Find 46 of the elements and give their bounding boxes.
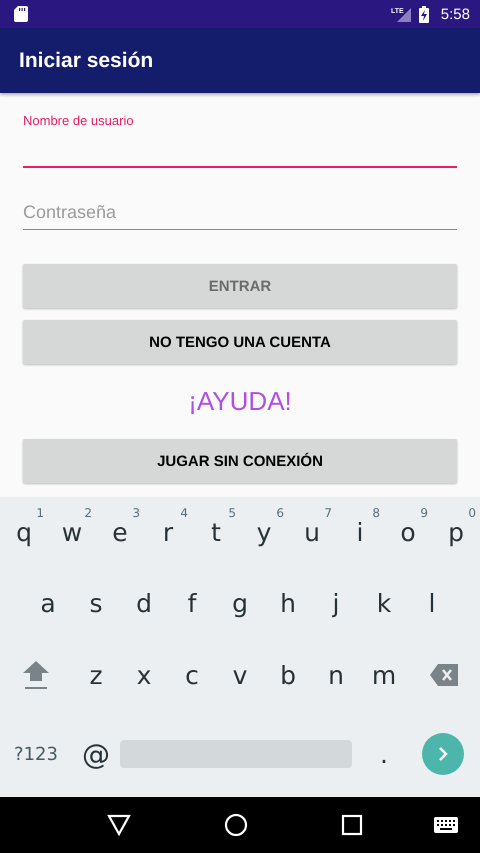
home-icon[interactable] [224, 813, 248, 837]
keyboard-icon[interactable] [434, 817, 458, 833]
keyboard-key[interactable]: 5 t [192, 504, 240, 560]
recents-icon[interactable] [341, 814, 364, 836]
keyboard-key[interactable]: 7 u [288, 504, 336, 560]
keyboard-key[interactable]: j [312, 575, 360, 631]
sd-card-icon [14, 6, 28, 22]
keyboard-key[interactable]: 1 q [0, 504, 48, 560]
keyboard-key[interactable]: v [216, 647, 264, 703]
battery-charging-icon [418, 6, 429, 22]
keyboard-key[interactable]: g [216, 575, 264, 631]
keyboard-key[interactable]: . [360, 726, 408, 782]
keyboard-key[interactable]: a [24, 575, 72, 631]
keyboard-key[interactable]: c [168, 647, 216, 703]
keyboard-key[interactable]: @ [72, 726, 120, 782]
help-link[interactable]: ¡AYUDA! [184, 376, 296, 427]
keyboard-key[interactable]: 4 r [144, 504, 192, 560]
keyboard-key[interactable]: 8 i [336, 504, 384, 560]
backspace-icon [430, 664, 458, 686]
keyboard-key[interactable]: d [120, 575, 168, 631]
keyboard-key[interactable]: 2 w [48, 504, 96, 560]
keyboard-key[interactable]: f [168, 575, 216, 631]
keyboard-key[interactable]: n [312, 647, 360, 703]
keyboard-key[interactable]: k [360, 575, 408, 631]
keyboard-key[interactable]: b [264, 647, 312, 703]
keyboard-key[interactable]: 3 e [96, 504, 144, 560]
chevron-right-icon [438, 747, 448, 761]
action-button[interactable]: NO TENGO UNA CUENTA [23, 320, 457, 364]
password-field[interactable]: Contraseña [23, 202, 457, 230]
symbols-key[interactable]: ?123 [0, 726, 72, 782]
keyboard-key[interactable]: m [360, 647, 408, 703]
field-label: Nombre de usuario [23, 113, 135, 128]
keyboard-key[interactable]: z [72, 647, 120, 703]
screen-title: Iniciar sesión [19, 48, 154, 72]
keyboard-key[interactable]: s [72, 575, 120, 631]
keyboard-key[interactable]: h [264, 575, 312, 631]
next-button[interactable] [422, 733, 464, 775]
keyboard-key[interactable]: 9 o [384, 504, 432, 560]
keyboard-key[interactable]: x [120, 647, 168, 703]
shift-icon [22, 660, 50, 690]
keyboard-key[interactable]: l [408, 575, 456, 631]
keyboard-key[interactable]: 0 p [432, 504, 480, 560]
action-button[interactable]: JUGAR SIN CONEXIÓN [23, 439, 457, 483]
back-icon[interactable] [106, 814, 131, 836]
keyboard-key[interactable]: 6 y [240, 504, 288, 560]
status-time: 5:58 [440, 6, 470, 22]
